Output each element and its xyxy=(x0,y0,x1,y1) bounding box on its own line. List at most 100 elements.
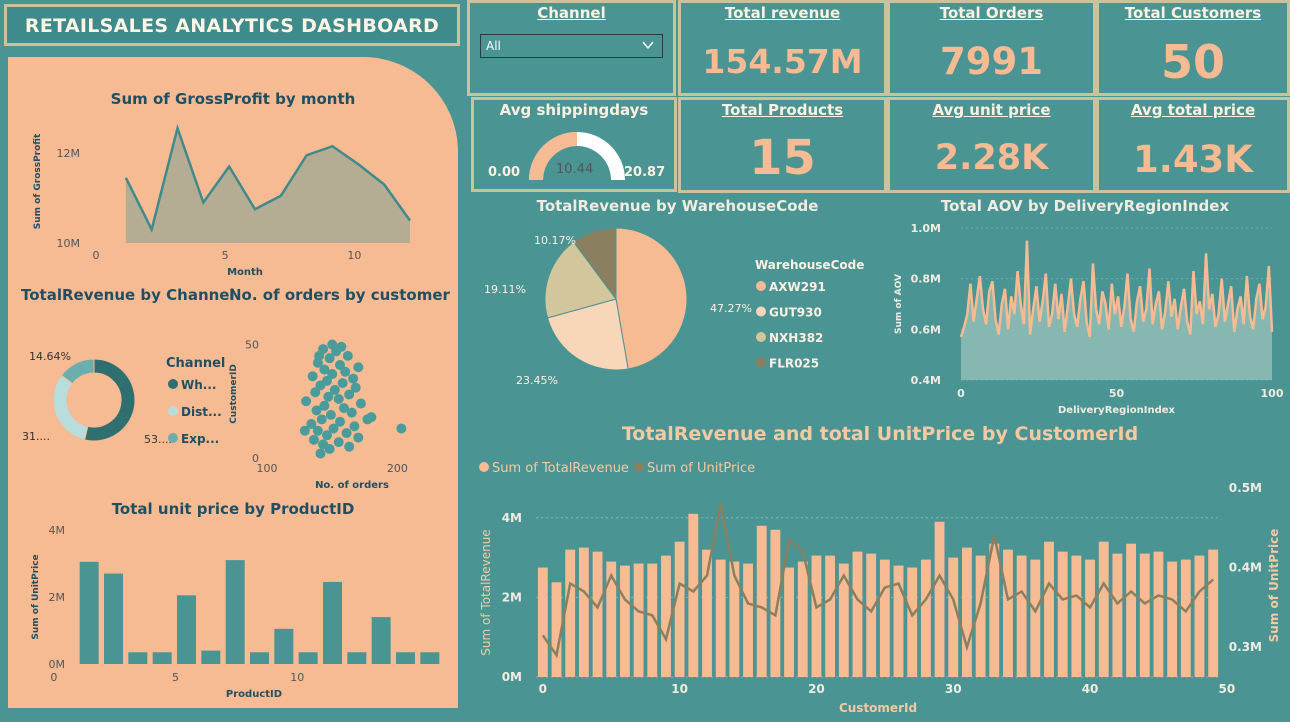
channel-dropdown[interactable]: All xyxy=(480,34,663,58)
x-tick-label: 10 xyxy=(671,682,688,696)
slice-label: 31.... xyxy=(22,430,50,443)
scatter-point xyxy=(316,414,327,425)
slicer-title: Channel xyxy=(537,4,606,22)
legend-label: FLR025 xyxy=(769,357,819,371)
revenue-bar xyxy=(688,513,699,677)
warehouse-pie-title: TotalRevenue by WarehouseCode xyxy=(536,197,819,215)
revenue-bar xyxy=(537,567,548,677)
revenue-bar xyxy=(592,551,603,677)
x-axis-label: No. of orders xyxy=(315,480,389,491)
y-tick-label: 0M xyxy=(49,658,66,671)
scatter-point xyxy=(333,437,344,448)
y-tick-label: 0.8M xyxy=(911,273,941,286)
legend-label: Sum of TotalRevenue xyxy=(492,461,629,476)
revenue-bar xyxy=(825,555,836,677)
slice-label: 47.27% xyxy=(710,302,752,315)
gauge-max: 20.87 xyxy=(624,165,666,180)
pie-slice xyxy=(615,227,688,370)
gauge-min: 0.00 xyxy=(488,165,521,180)
slice-label: 53.... xyxy=(144,433,172,446)
revenue-bar xyxy=(1208,549,1219,677)
dashboard-title: RETAILSALES ANALYTICS DASHBOARD xyxy=(24,15,440,37)
warehouse-pie-chart: 47.27% 23.45% 19.11% 10.17% WarehouseCode AXW… xyxy=(484,227,864,387)
legend-label: Exp... xyxy=(181,432,219,446)
channel-chart-title: TotalRevenue by Channel xyxy=(21,286,235,304)
revenue-bar xyxy=(1167,561,1178,677)
legend-marker xyxy=(168,433,178,443)
scatter-point xyxy=(322,430,332,441)
revenue-bar xyxy=(1139,553,1150,677)
orders-scatter-title: No. of orders by customer xyxy=(229,286,450,304)
revenue-bar xyxy=(1194,555,1205,677)
revenue-bar xyxy=(1030,559,1041,677)
legend-label: Wh... xyxy=(181,378,216,392)
gross-profit-title: Sum of GrossProfit by month xyxy=(110,90,356,108)
y-axis-label: Sum of GrossProfit xyxy=(33,133,43,229)
kpi-label: Avg unit price xyxy=(932,101,1051,119)
revenue-unitprice-combo-chart: 0M 2M 4M 0.3M 0.4M 0.5M 0 10 20 30 40 50 CustomerId S… xyxy=(479,461,1281,715)
scatter-point xyxy=(307,371,318,382)
legend-marker xyxy=(634,462,644,472)
revenue-bar xyxy=(961,547,972,677)
aov-chart-title: Total AOV by DeliveryRegionIndex xyxy=(940,197,1230,215)
y2-tick-label: 0.3M xyxy=(1229,640,1262,654)
product-bar xyxy=(347,652,367,664)
y-tick-label: 2M xyxy=(49,591,66,604)
x-tick-label: 0 xyxy=(93,249,100,262)
kpi-value: 7991 xyxy=(940,40,1043,83)
x-axis-label: DeliveryRegionIndex xyxy=(1058,405,1176,416)
legend-marker xyxy=(756,357,766,368)
kpi-value: 15 xyxy=(749,130,816,186)
unit-price-title: Total unit price by ProductID xyxy=(111,500,355,518)
legend-marker xyxy=(479,462,489,472)
kpi-avg-total-price: Avg total price 1.43K xyxy=(1096,97,1290,193)
aov-area-chart: 0.4M 0.6M 0.8M 1.0M 0 50 100 DeliveryRegionInde… xyxy=(894,222,1284,416)
x-tick-label: 5 xyxy=(172,671,179,684)
scatter-point xyxy=(353,362,364,373)
scatter-point xyxy=(349,421,360,432)
scatter-point xyxy=(342,350,353,361)
legend-marker xyxy=(756,281,766,291)
revenue-bar xyxy=(702,549,712,677)
product-bar xyxy=(177,595,196,664)
x-tick-label: 200 xyxy=(387,462,408,475)
scatter-point xyxy=(362,414,373,425)
product-bar xyxy=(104,573,123,664)
chevron-down-icon xyxy=(642,41,654,50)
kpi-label: Total Customers xyxy=(1124,4,1262,22)
scatter-point xyxy=(301,396,312,407)
legend-marker xyxy=(168,406,178,416)
revenue-bar xyxy=(1098,541,1109,677)
x-tick-label: 100 xyxy=(1261,387,1284,400)
revenue-bar xyxy=(633,563,644,677)
x-axis-label: ProductID xyxy=(226,689,282,700)
x-tick-label: 20 xyxy=(808,682,825,696)
y-axis-label: Sum of AOV xyxy=(894,274,904,334)
revenue-bar xyxy=(1153,551,1164,677)
y2-tick-label: 0.4M xyxy=(1229,561,1262,575)
product-bar xyxy=(152,652,172,664)
revenue-bar xyxy=(989,543,1000,677)
scatter-point xyxy=(340,366,351,377)
revenue-bar xyxy=(907,567,918,677)
product-bar xyxy=(250,652,269,664)
y-tick-label: 4M xyxy=(49,524,66,537)
kpi-label: Total Orders xyxy=(939,4,1044,22)
kpi-total-orders: Total Orders 7991 xyxy=(887,0,1096,96)
scatter-point xyxy=(333,394,344,404)
revenue-bar xyxy=(797,561,808,677)
kpi-value: 50 xyxy=(1160,35,1225,89)
kpi-label: Avg total price xyxy=(1130,101,1256,119)
y-tick-label: 4M xyxy=(502,511,522,525)
revenue-bar xyxy=(1085,559,1095,677)
revenue-bar xyxy=(1112,553,1123,677)
revenue-bar xyxy=(729,561,740,677)
product-bar xyxy=(274,628,294,664)
scatter-point xyxy=(310,387,321,398)
donut-slice xyxy=(52,374,89,441)
channel-slicer-card: Channel All xyxy=(467,0,676,96)
legend-label: GUT930 xyxy=(769,306,822,320)
product-bar xyxy=(420,652,440,664)
revenue-bar xyxy=(920,559,931,677)
product-bar xyxy=(396,652,415,664)
